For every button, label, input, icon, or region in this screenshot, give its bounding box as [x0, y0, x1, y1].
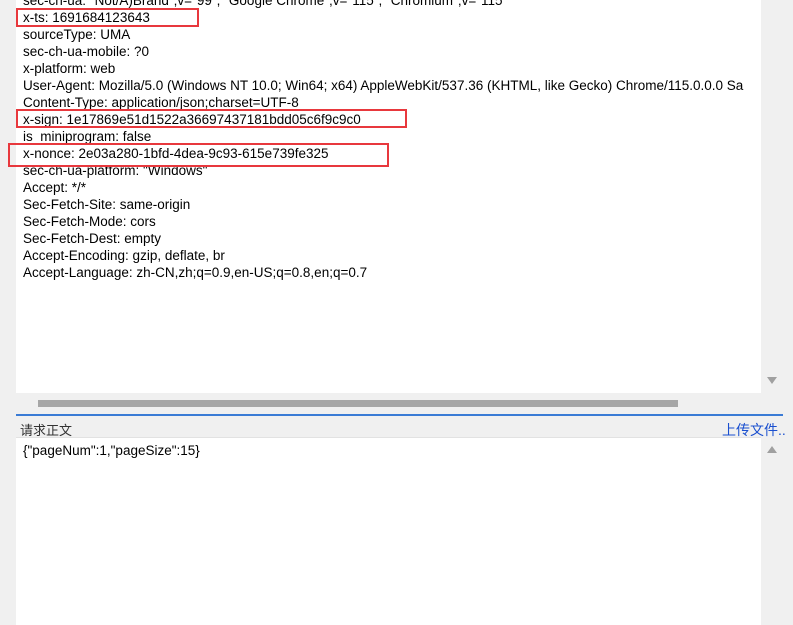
header-line: Accept-Language: zh-CN,zh;q=0.9,en-US;q=…	[23, 265, 368, 280]
highlight-x-nonce	[8, 143, 389, 167]
header-lines: sec-ch-ua: "Not/A)Brand";v="99", "Google…	[23, 0, 761, 281]
header-line: Accept: */*	[23, 180, 87, 195]
scroll-up-arrow-icon[interactable]	[767, 446, 777, 453]
scroll-down-arrow-icon[interactable]	[767, 377, 777, 384]
headers-horizontal-scrollbar[interactable]	[16, 393, 761, 412]
header-line: Sec-Fetch-Dest: empty	[23, 231, 162, 246]
header-line: sec-ch-ua-mobile: ?0	[23, 44, 150, 59]
header-line: sourceType: UMA	[23, 27, 131, 42]
highlight-x-ts	[16, 8, 199, 27]
request-headers-panel[interactable]: sec-ch-ua: "Not/A)Brand";v="99", "Google…	[16, 0, 761, 393]
header-line: Accept-Encoding: gzip, deflate, br	[23, 248, 225, 263]
header-line: User-Agent: Mozilla/5.0 (Windows NT 10.0…	[23, 78, 744, 93]
header-line: x-platform: web	[23, 61, 116, 76]
body-vertical-scrollbar[interactable]	[761, 437, 783, 625]
request-inspector: sec-ch-ua: "Not/A)Brand";v="99", "Google…	[0, 0, 793, 625]
horizontal-scrollbar-thumb[interactable]	[38, 400, 678, 407]
headers-vertical-scrollbar[interactable]	[761, 0, 783, 393]
header-line: Sec-Fetch-Mode: cors	[23, 214, 156, 229]
header-line: Sec-Fetch-Site: same-origin	[23, 197, 191, 212]
request-body-content[interactable]: {"pageNum":1,"pageSize":15}	[23, 443, 200, 458]
panel-divider[interactable]	[16, 414, 783, 416]
highlight-x-sign	[16, 109, 407, 128]
request-body-panel[interactable]: {"pageNum":1,"pageSize":15}	[16, 437, 761, 625]
